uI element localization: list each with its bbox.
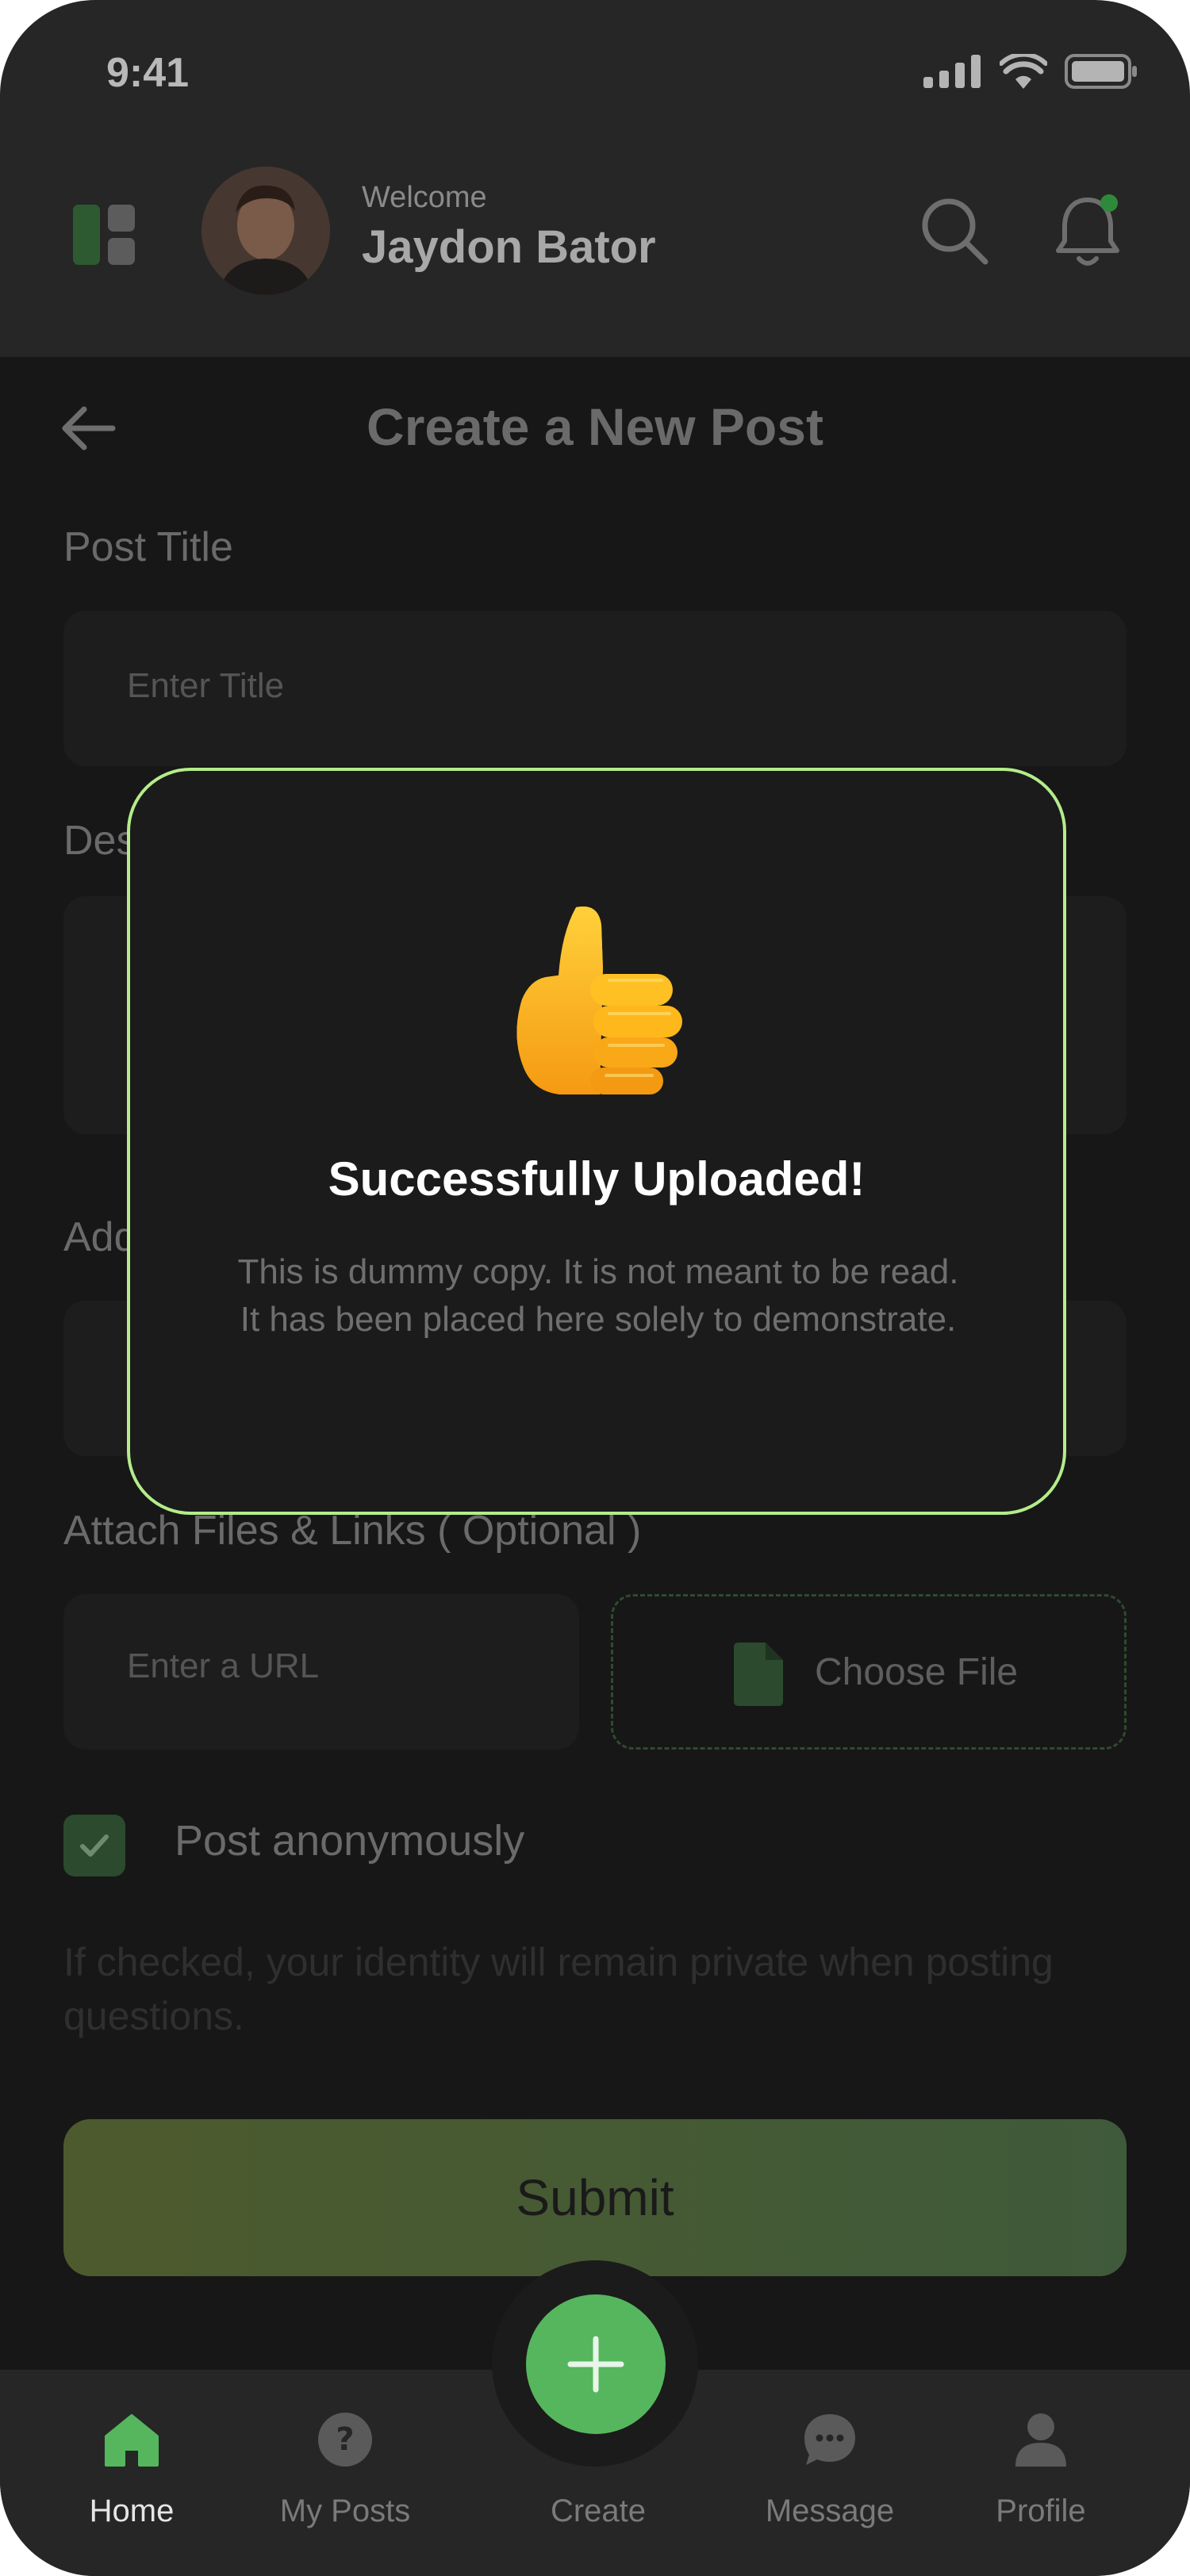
tab-label-message: Message bbox=[765, 2494, 895, 2528]
status-bar: 9:41 bbox=[0, 0, 1190, 151]
anonymous-helper-text: If checked, your identity will remain pr… bbox=[63, 1940, 1054, 2038]
bell-icon[interactable] bbox=[1052, 192, 1123, 271]
avatar-portrait bbox=[202, 167, 330, 295]
success-modal: Successfully Uploaded! This is dummy cop… bbox=[127, 768, 1066, 1515]
tab-label-my-posts: My Posts bbox=[279, 2494, 411, 2528]
chat-icon bbox=[804, 2414, 855, 2465]
wifi-icon bbox=[1000, 54, 1047, 89]
post-title-input[interactable]: Enter Title bbox=[63, 611, 1127, 766]
battery-icon bbox=[1065, 54, 1137, 89]
anonymous-label: Post anonymously bbox=[175, 1817, 525, 1865]
file-icon bbox=[734, 1643, 783, 1706]
status-icons bbox=[923, 54, 1138, 89]
submit-label: Submit bbox=[516, 2169, 674, 2226]
user-icon bbox=[1015, 2413, 1066, 2467]
anonymous-checkbox[interactable] bbox=[63, 1815, 125, 1876]
tab-my-posts[interactable]: ? My Posts bbox=[250, 2411, 440, 2562]
tab-label-create: Create bbox=[550, 2494, 647, 2528]
modal-body: This is dummy copy. It is not meant to b… bbox=[237, 1252, 959, 1339]
tab-label-profile: Profile bbox=[996, 2494, 1086, 2528]
description-label: Des bbox=[63, 818, 137, 864]
avatar[interactable] bbox=[202, 167, 330, 295]
question-icon: ? bbox=[318, 2413, 372, 2467]
post-title-label: Post Title bbox=[63, 524, 233, 570]
address-label: Add bbox=[63, 1214, 137, 1260]
search-icon[interactable] bbox=[919, 195, 990, 266]
url-input[interactable]: Enter a URL bbox=[63, 1594, 579, 1750]
thumbs-up-icon bbox=[516, 906, 682, 1094]
svg-text:?: ? bbox=[336, 2421, 354, 2458]
tab-label-home: Home bbox=[89, 2494, 175, 2528]
tab-profile[interactable]: Profile bbox=[946, 2411, 1136, 2562]
page-title: Create a New Post bbox=[367, 397, 823, 456]
post-title-placeholder: Enter Title bbox=[127, 666, 285, 705]
choose-file-button[interactable]: Choose File bbox=[611, 1594, 1127, 1750]
phone-frame: 9:41 Welcome Jaydon Bator Create a New P… bbox=[0, 0, 1190, 2576]
submit-button[interactable]: Submit bbox=[63, 2119, 1127, 2276]
tab-create[interactable]: Create bbox=[503, 2411, 693, 2562]
tab-home[interactable]: Home bbox=[36, 2411, 227, 2562]
url-placeholder: Enter a URL bbox=[127, 1646, 320, 1685]
choose-file-label: Choose File bbox=[815, 1651, 1019, 1693]
signal-icon bbox=[923, 55, 981, 88]
app-header: Welcome Jaydon Bator bbox=[0, 151, 1190, 357]
checkmark-icon bbox=[80, 1834, 109, 1857]
home-icon bbox=[105, 2414, 159, 2467]
app-logo-icon[interactable] bbox=[73, 203, 136, 266]
tab-message[interactable]: Message bbox=[735, 2411, 925, 2562]
status-time: 9:41 bbox=[106, 50, 190, 96]
welcome-text: Welcome bbox=[362, 181, 487, 214]
modal-title: Successfully Uploaded! bbox=[328, 1152, 866, 1206]
username: Jaydon Bator bbox=[362, 221, 656, 273]
